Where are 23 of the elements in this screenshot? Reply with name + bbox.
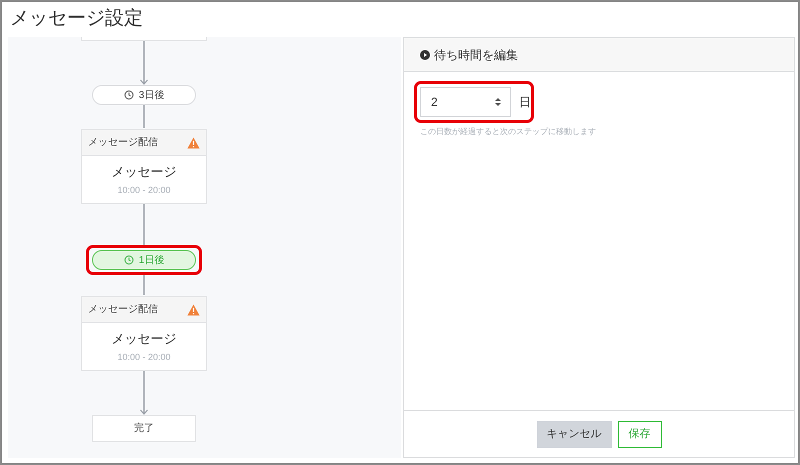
spinner-icon[interactable]: [494, 97, 502, 107]
unit-label: 日: [519, 94, 531, 111]
end-step[interactable]: 完了: [92, 415, 196, 442]
connector-arrow: [139, 371, 149, 415]
delivery-time: 10:00 - 20:00: [117, 184, 171, 196]
delivery-time: 10:00 - 20:00: [117, 350, 171, 364]
clock-icon: [124, 90, 134, 100]
clock-icon: [124, 255, 134, 265]
days-field[interactable]: 2: [420, 87, 511, 117]
step-type-label: メッセージ配信: [88, 303, 158, 317]
message-step-card[interactable]: メッセージ配信 メッセージ 10:00 - 20:00: [81, 296, 207, 371]
message-step-card[interactable]: メッセージ配信 メッセージ 10:00 - 20:00: [81, 129, 207, 204]
wait-step-pill[interactable]: 3日後: [92, 85, 196, 105]
play-circle-icon: [420, 50, 430, 60]
step-title: メッセージ: [112, 163, 176, 181]
step-type-label: メッセージ配信: [88, 136, 158, 150]
cancel-button[interactable]: キャンセル: [536, 420, 612, 448]
connector-arrow: [139, 41, 149, 85]
hint-text: この日数が経過すると次のステップに移動します: [420, 126, 597, 138]
panel-title: 待ち時間を編集: [434, 46, 518, 64]
page-title: メッセージ設定: [10, 7, 143, 32]
step-title: メッセージ: [112, 330, 176, 348]
end-label: 完了: [134, 422, 154, 436]
